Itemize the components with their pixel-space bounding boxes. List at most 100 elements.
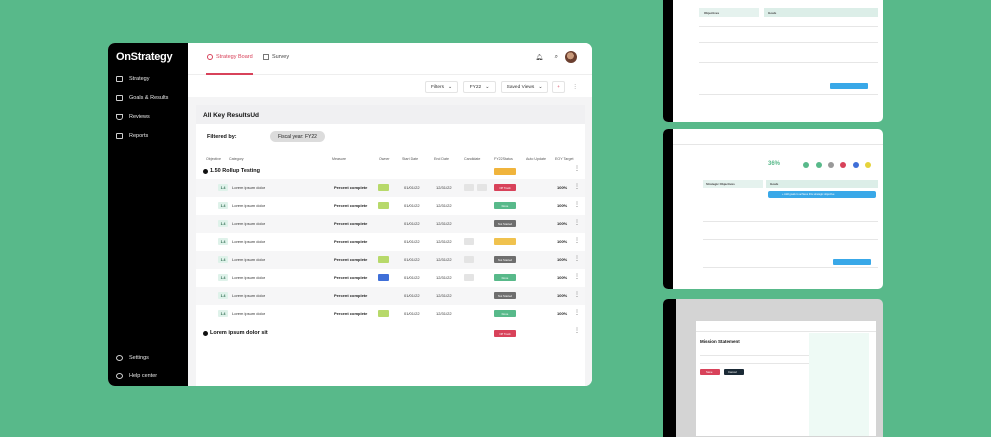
column-header[interactable]: Measure [332, 157, 346, 161]
candidate-chip[interactable] [464, 256, 474, 263]
status-badge[interactable]: Not Started [494, 220, 516, 227]
thumbnail-column-header: Goals [764, 8, 878, 17]
row-name[interactable]: Lorem ipsum dolor [232, 221, 265, 226]
sidebar-item-strategy[interactable]: Strategy [116, 76, 149, 82]
saved-views-select[interactable]: Saved Views ⌄ [501, 81, 548, 93]
add-button[interactable]: + [552, 81, 565, 93]
owner-avatar[interactable] [378, 256, 389, 263]
thumbnail-objectives[interactable]: Objectives Goals [663, 0, 883, 122]
more-icon[interactable]: ⋮ [574, 166, 580, 172]
table-row[interactable]: 1.4 Lorem ipsum dolor Percent complete 01/0… [196, 197, 585, 215]
group-row[interactable]: Lorem ipsum dolor sit Off Track ⋮ [196, 327, 585, 341]
thumbnail-action [830, 83, 868, 89]
row-target: 100% [557, 311, 568, 316]
sidebar-item-help-center[interactable]: Help center [116, 373, 157, 379]
row-name[interactable]: Lorem ipsum dolor [232, 203, 265, 208]
filter-chip[interactable]: Fiscal year: FY22 [270, 131, 325, 142]
thumbnail-strategic-objectives[interactable]: 36% Strategic Objectives Goals + Add goa… [663, 129, 883, 289]
row-name[interactable]: Lorem ipsum dolor [232, 275, 265, 280]
table-row[interactable]: 1.4 Lorem ipsum dolor Percent complete 01/0… [196, 305, 585, 323]
status-badge[interactable]: Not Started [494, 292, 516, 299]
owner-avatar[interactable] [378, 202, 389, 209]
candidate-chip[interactable] [464, 238, 474, 245]
row-name[interactable]: Lorem ipsum dolor [232, 257, 265, 262]
status-badge[interactable]: Not Started [494, 256, 516, 263]
tab-strategy-board[interactable]: Strategy Board [207, 54, 253, 60]
row-end-date: 12/31/22 [436, 239, 452, 244]
table-row[interactable]: 1.4 Lorem ipsum dolor Percent complete 01/0… [196, 251, 585, 269]
document-icon [116, 133, 123, 139]
group-title: Lorem ipsum dolor sit [210, 330, 268, 336]
column-header[interactable]: Category [229, 157, 244, 161]
tab-survey[interactable]: Survey [263, 54, 289, 60]
status-badge[interactable]: Done [494, 310, 516, 317]
more-icon[interactable]: ⋮ [574, 256, 580, 262]
table-row[interactable]: 1.4 Lorem ipsum dolor Percent complete 01/0… [196, 215, 585, 233]
column-header[interactable]: FY22Status [494, 157, 513, 161]
more-icon[interactable]: ⋮ [574, 310, 580, 316]
row-start-date: 01/01/22 [404, 203, 420, 208]
row-target: 100% [557, 185, 568, 190]
collapse-icon[interactable] [203, 331, 208, 336]
row-measure: Percent complete [334, 275, 368, 280]
status-badge: Off Track [494, 330, 516, 337]
thumbnail-column-header: Strategic Objectives [703, 180, 763, 188]
group-row[interactable]: 1.50 Rollup Testing ⋮ [196, 165, 585, 179]
thumbnail-save-button: Save [700, 369, 720, 375]
search-icon[interactable]: ⌕ [555, 54, 558, 61]
candidate-chip[interactable] [464, 184, 474, 191]
filtered-by-label: Filtered by: [207, 134, 237, 140]
level-badge: 1.4 [218, 184, 228, 191]
thumbnail-mission-statement[interactable]: Mission Statement Save Cancel [663, 299, 883, 437]
more-icon[interactable]: ⋮ [574, 202, 580, 208]
sidebar-item-goals-results[interactable]: Goals & Results [116, 95, 168, 101]
row-measure: Percent complete [334, 311, 368, 316]
more-icon[interactable]: ⋮ [574, 184, 580, 190]
status-badge[interactable]: Done [494, 274, 516, 281]
sidebar-item-label: Goals & Results [129, 95, 169, 101]
more-icon[interactable]: ⋮ [574, 220, 580, 226]
owner-avatar[interactable] [378, 310, 389, 317]
owner-avatar[interactable] [378, 184, 389, 191]
column-header[interactable]: EOY Target [555, 157, 573, 161]
row-end-date: 12/31/22 [436, 221, 452, 226]
row-name[interactable]: Lorem ipsum dolor [232, 311, 265, 316]
table-row[interactable]: 1.4 Lorem ipsum dolor Percent complete 01/0… [196, 269, 585, 287]
column-header[interactable]: Auto Update [526, 157, 546, 161]
candidate-chip[interactable] [464, 274, 474, 281]
bell-icon[interactable]: 🔔︎ [535, 54, 543, 61]
column-header[interactable]: Start Date [402, 157, 418, 161]
row-name[interactable]: Lorem ipsum dolor [232, 239, 265, 244]
table-row[interactable]: 1.4 Lorem ipsum dolor Percent complete 01/0… [196, 179, 585, 197]
sidebar-item-reviews[interactable]: Reviews [116, 114, 150, 120]
filters-button[interactable]: Filters ⌄ [425, 81, 458, 93]
row-target: 100% [557, 257, 568, 262]
more-icon[interactable]: ⋮ [574, 292, 580, 298]
column-header[interactable]: Candidate [464, 157, 480, 161]
status-badge[interactable]: Done [494, 202, 516, 209]
column-header[interactable]: Objective [206, 157, 221, 161]
row-name[interactable]: Lorem ipsum dolor [232, 293, 265, 298]
status-badge[interactable]: Off Track [494, 184, 516, 191]
column-header[interactable]: End Date [434, 157, 449, 161]
owner-avatar[interactable] [378, 274, 389, 281]
row-name[interactable]: Lorem ipsum dolor [232, 185, 265, 190]
table-row[interactable]: 1.4 Lorem ipsum dolor Percent complete 01/0… [196, 233, 585, 251]
thumbnail-sidebar [663, 129, 673, 289]
column-header[interactable]: Owner [379, 157, 390, 161]
sidebar-item-settings[interactable]: Settings [116, 355, 149, 361]
more-icon[interactable]: ⋮ [574, 328, 580, 334]
more-icon[interactable]: ⋮ [574, 274, 580, 280]
thumbnail-editor: Mission Statement Save Cancel [696, 321, 876, 436]
status-badge[interactable] [494, 238, 516, 245]
level-badge: 1.4 [218, 274, 228, 281]
sidebar-item-reports[interactable]: Reports [116, 133, 148, 139]
more-icon[interactable]: ⋮ [574, 238, 580, 244]
collapse-icon[interactable] [203, 169, 208, 174]
year-select[interactable]: FY22 ⌄ [463, 81, 496, 93]
clock-icon [207, 54, 213, 60]
table-row[interactable]: 1.4 Lorem ipsum dolor Percent complete 01/0… [196, 287, 585, 305]
more-icon[interactable]: ⋮ [570, 81, 580, 93]
candidate-chip[interactable] [477, 184, 487, 191]
avatar[interactable] [565, 51, 577, 63]
